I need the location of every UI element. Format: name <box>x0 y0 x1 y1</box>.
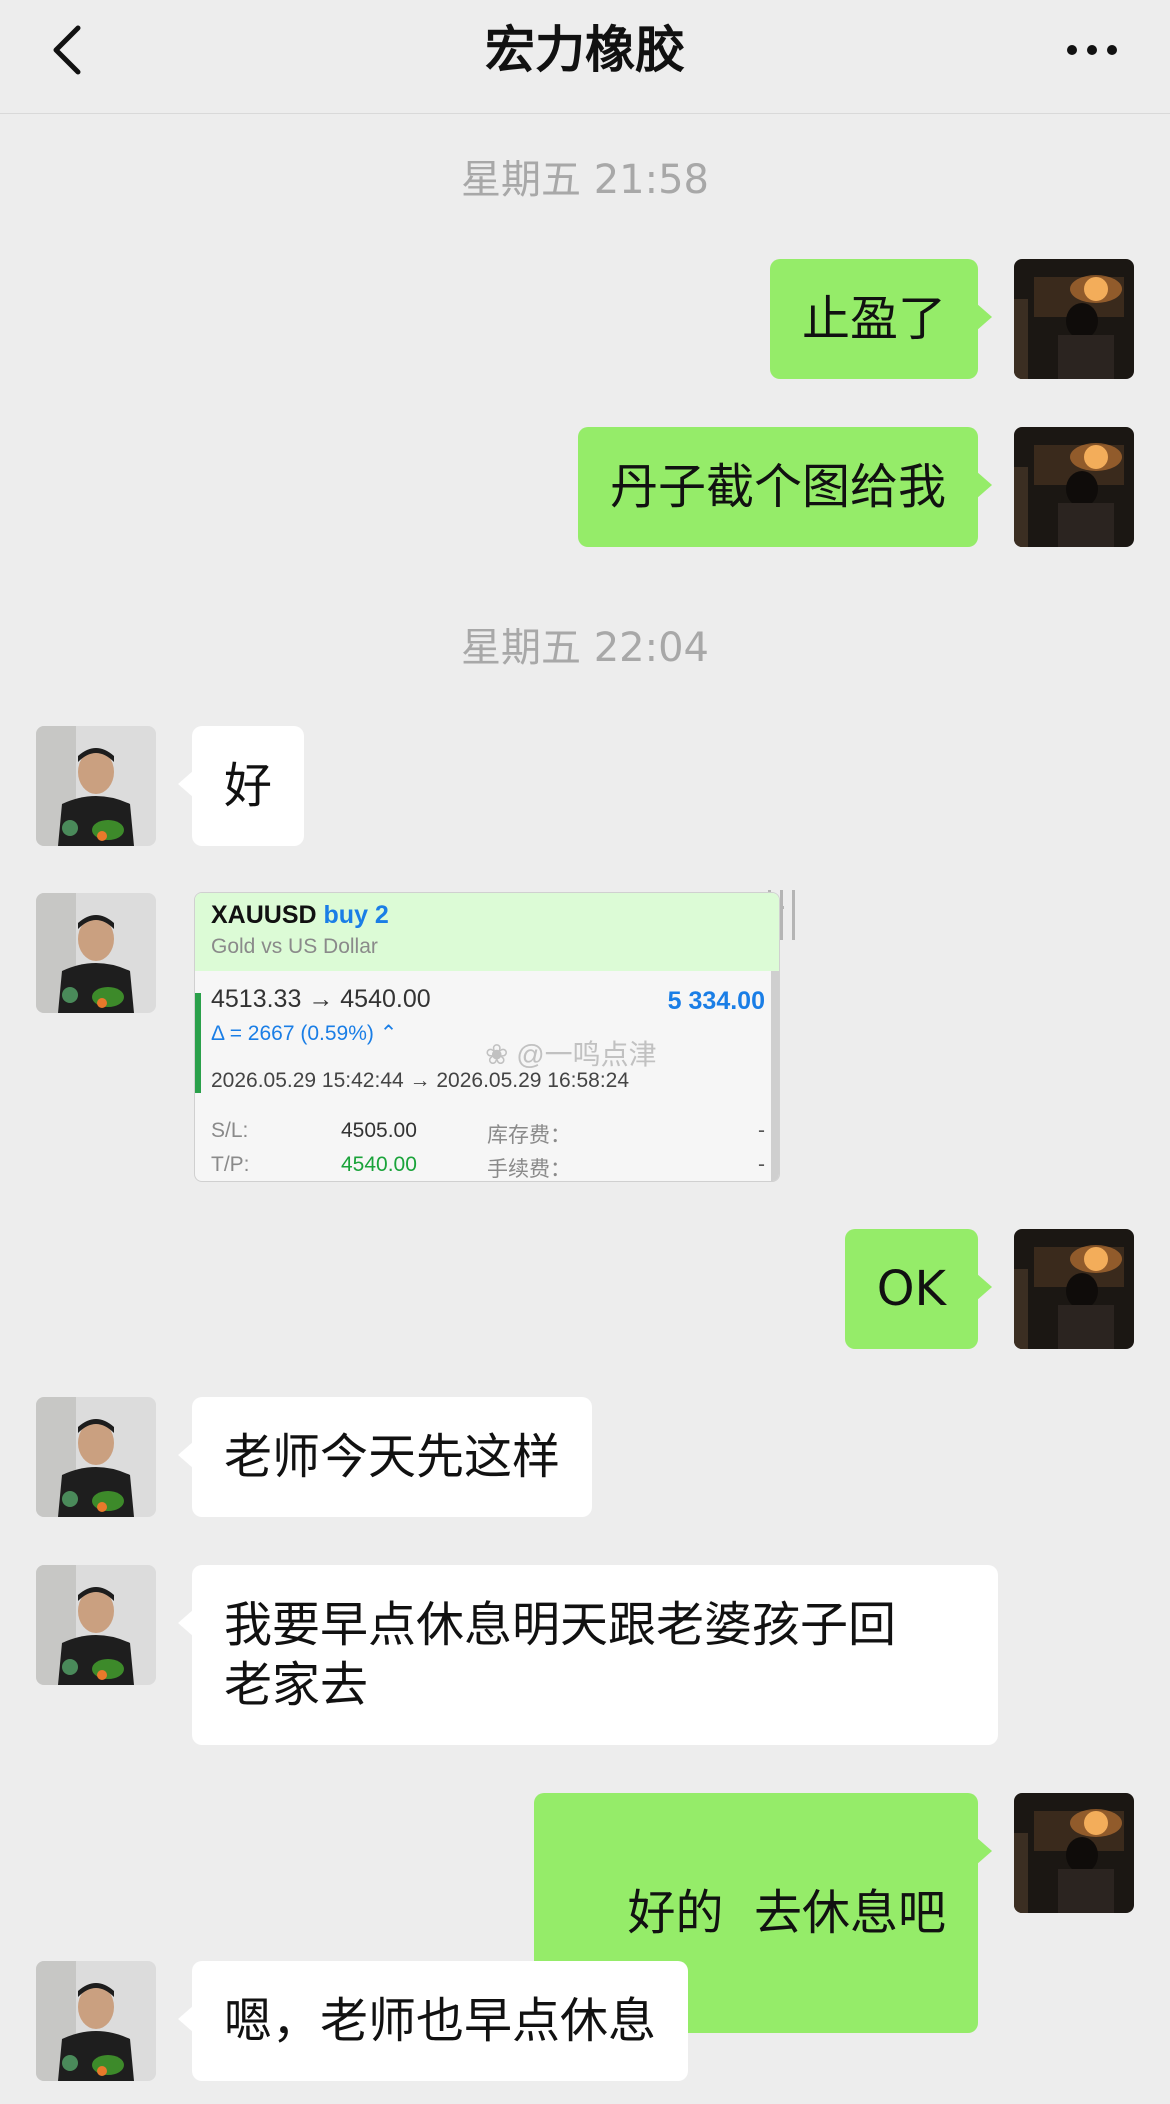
chat-screen: 宏力橡胶 星期五 21:58 止盈了 丹子截个图给我 星期五 22:04 好 X… <box>0 0 1170 2104</box>
avatar-image <box>36 1565 156 1685</box>
message-text: 止盈了 <box>801 291 946 347</box>
my-avatar[interactable] <box>1014 1229 1134 1349</box>
trade-screenshot-image[interactable]: XAUUSD buy 2 Gold vs US Dollar 4513.33 →… <box>194 892 780 1182</box>
more-dots-icon <box>1067 45 1117 55</box>
trade-symbol: XAUUSD buy 2 <box>211 901 389 930</box>
avatar-image <box>36 1397 156 1517</box>
sl-value: 4505.00 <box>341 1119 417 1142</box>
my-avatar[interactable] <box>1014 259 1134 379</box>
symbol-text: XAUUSD <box>211 901 317 929</box>
message-text: OK <box>876 1261 946 1317</box>
avatar-image <box>1014 427 1134 547</box>
message-text: 好 <box>224 758 273 814</box>
avatar-image <box>1014 1229 1134 1349</box>
message-bubble-sent[interactable]: 止盈了 <box>769 259 993 379</box>
avatar-image <box>1014 259 1134 379</box>
contact-avatar[interactable] <box>36 1565 156 1685</box>
more-button[interactable] <box>1062 30 1122 70</box>
trade-profit: 5 334.00 <box>667 987 765 1015</box>
watermark-text: ❀ @一鸣点津 <box>485 1033 657 1073</box>
message-text: 好的 去休息吧 <box>627 1885 946 1941</box>
trade-side: buy 2 <box>323 901 389 929</box>
message-bubble-received[interactable]: 好 <box>177 726 305 846</box>
sl-label: S/L: <box>211 1119 249 1142</box>
message-bubble-sent[interactable]: 丹子截个图给我 <box>577 427 993 547</box>
avatar-image <box>1014 1793 1134 1913</box>
contact-avatar[interactable] <box>36 726 156 846</box>
tp-label: T/P: <box>211 1153 250 1176</box>
tp-value: 4540.00 <box>341 1153 417 1176</box>
message-bubble-received[interactable]: 嗯，老师也早点休息 <box>177 1961 689 2081</box>
message-bubble-sent[interactable]: OK <box>844 1229 993 1349</box>
message-text-line: 老家去 <box>224 1657 369 1713</box>
message-text: 嗯，老师也早点休息 <box>224 1993 657 2049</box>
timestamp: 星期五 22:04 <box>461 625 709 671</box>
message-text-line: 我要早点休息明天跟老婆孩子回 <box>224 1597 897 1653</box>
contact-avatar[interactable] <box>36 1961 156 2081</box>
swap-value: - <box>758 1119 765 1142</box>
chat-header: 宏力橡胶 <box>0 0 1170 114</box>
trade-status-bar <box>195 993 201 1093</box>
watermark-label: @一鸣点津 <box>516 1039 657 1070</box>
avatar-image <box>36 1961 156 2081</box>
fee-value: - <box>758 1153 765 1176</box>
fee-label: 手续费： <box>487 1158 571 1181</box>
timestamp: 星期五 21:58 <box>461 157 709 203</box>
weibo-icon: ❀ <box>485 1039 509 1070</box>
avatar-image <box>36 893 156 1013</box>
contact-avatar[interactable] <box>36 1397 156 1517</box>
swap-label: 库存费： <box>487 1124 571 1147</box>
trade-prices: 4513.33 → 4540.00 <box>211 985 431 1013</box>
trade-delta: Δ = 2667 (0.59%) ⌃ <box>211 1022 398 1045</box>
message-text: 老师今天先这样 <box>224 1429 561 1485</box>
message-bubble-received[interactable]: 我要早点休息明天跟老婆孩子回 老家去 <box>178 1565 998 1745</box>
message-text: 丹子截个图给我 <box>609 459 946 515</box>
my-avatar[interactable] <box>1014 1793 1134 1913</box>
chat-title: 宏力橡胶 <box>485 21 685 79</box>
avatar-image <box>36 726 156 846</box>
trade-description: Gold vs US Dollar <box>211 935 378 958</box>
card-edge <box>771 971 779 1181</box>
message-bubble-received[interactable]: 老师今天先这样 <box>177 1397 593 1517</box>
my-avatar[interactable] <box>1014 427 1134 547</box>
contact-avatar[interactable] <box>36 893 156 1013</box>
